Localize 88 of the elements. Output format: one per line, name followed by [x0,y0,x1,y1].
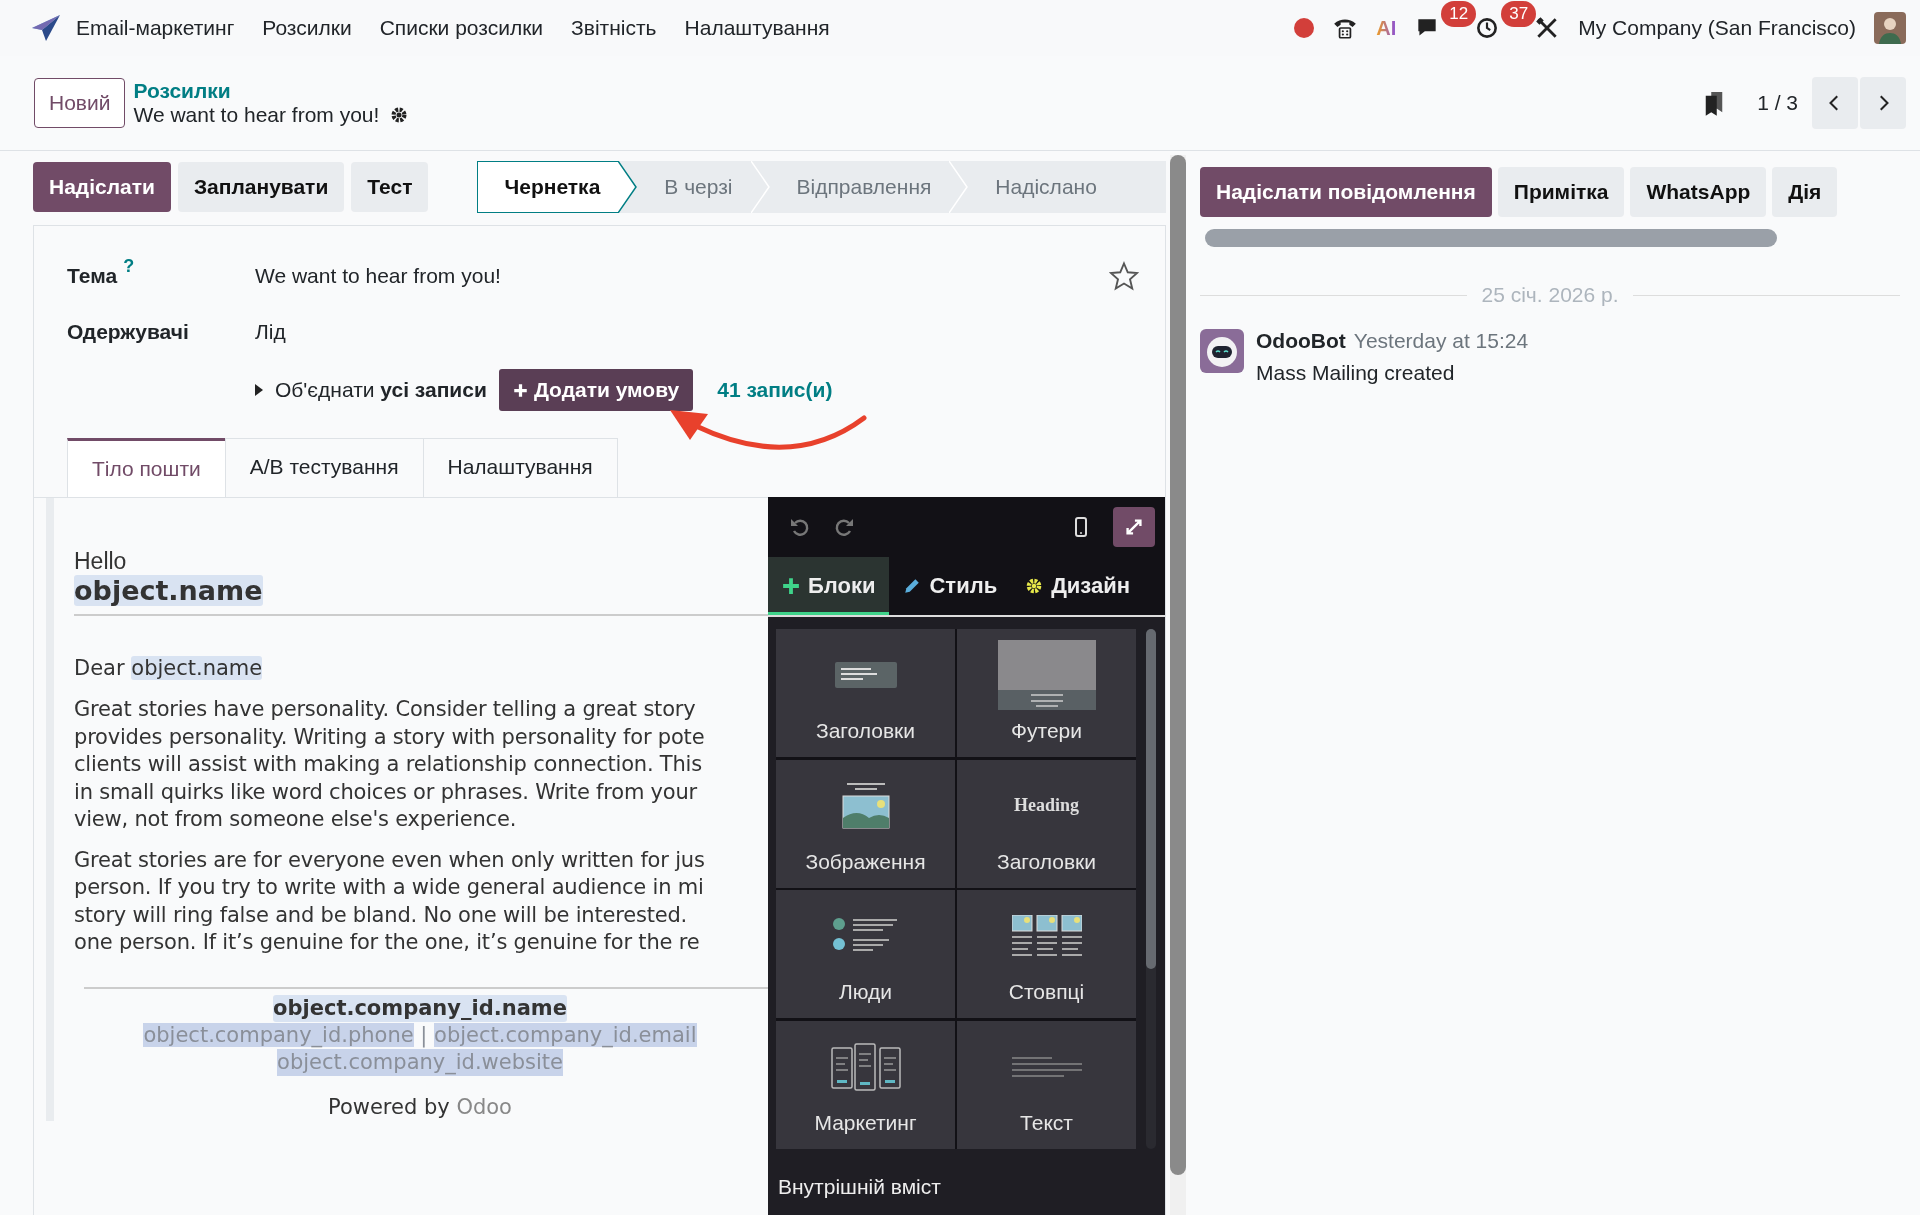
snippet-tile[interactable]: Футери [957,629,1136,757]
record-title: We want to hear from you! [133,103,380,127]
editor-tab[interactable]: Дизайн [1011,557,1145,615]
robot-avatar-icon [1200,329,1244,373]
snippet-label: Текст [1020,1110,1073,1135]
editor-tab[interactable]: Стиль [889,557,1012,615]
snippet-label: Зображення [805,849,926,874]
scrollbar[interactable] [1205,229,1777,247]
gear-icon [1025,577,1044,595]
menu-item[interactable]: Звітність [571,16,657,40]
caret-icon[interactable] [255,384,263,396]
status-step[interactable]: В черзі [638,161,751,213]
company-switcher[interactable]: My Company (San Francisco) [1578,16,1856,40]
snippet-label: Стовпці [1008,980,1085,1004]
snippet-tile[interactable]: Текст [957,1020,1136,1149]
footer-thumbnail-icon [997,640,1096,710]
menu-item[interactable]: Списки розсилки [379,16,544,40]
action-button[interactable]: Тест [351,162,429,212]
scrollbar[interactable] [1170,155,1186,1215]
contact-line: object.company_id.phone | object.company_id.email [143,1021,697,1049]
field-label: Одержувачі [67,320,189,344]
plus-icon [782,577,800,595]
greeting-text: Hello [74,548,128,575]
date-separator: 25 січ. 2026 р. [1481,283,1619,307]
field-value[interactable]: We want to hear from you! [255,264,501,288]
snippet-tile[interactable]: Стовпці [957,890,1136,1018]
breadcrumb-link[interactable]: Розсилки [133,79,410,103]
fullscreen-button[interactable] [1113,507,1155,547]
step-arrow-icon [618,161,639,213]
snippet-label: Заголовки [816,719,915,743]
chatter-button[interactable]: WhatsApp [1630,167,1767,217]
scrollbar[interactable] [1146,629,1156,1149]
marketing-thumbnail-icon [830,1041,901,1092]
message-body: Mass Mailing created [1256,361,1456,385]
snippet-label: Маркетинг [814,1110,917,1135]
snippet-tile[interactable]: Маркетинг [776,1020,955,1149]
paper-plane-icon[interactable] [30,14,62,42]
heading-preview: Heading [1014,795,1079,816]
header-thumbnail-icon [834,662,897,688]
snippet-tile[interactable]: Заголовки [776,629,955,757]
field-label: Тема [67,264,118,288]
help-tooltip[interactable]: ? [123,256,135,277]
message-count-badge: 12 [1441,1,1477,27]
section-heading: Внутрішній вміст [777,1174,942,1199]
image-thumbnail-icon [840,781,891,830]
chatter-button[interactable]: Дія [1772,167,1838,217]
name-placeholder[interactable]: object.name [74,575,263,606]
plus-icon [512,382,528,398]
field-value[interactable]: Лід [255,320,286,344]
star-icon[interactable] [1109,261,1139,291]
user-avatar[interactable] [1874,12,1906,44]
status-step[interactable]: Відправлення [770,161,950,213]
pager-value: 1 / 3 [1757,91,1798,115]
activity-count-badge: 37 [1501,1,1537,27]
chatter-button[interactable]: Надіслати повідомлення [1200,167,1492,217]
message-time: Yesterday at 15:24 [1353,329,1529,353]
columns-thumbnail-icon [1011,915,1082,957]
snippet-tile[interactable]: Люди [776,890,955,1018]
new-button[interactable]: Новий [34,78,126,128]
paragraph-text: Great stories have personality. Consider telling a great story provides personality. Writing a story with personality for pote clients will assist with making a relationship connection. This in small quirks like word choices or phrases. Write from your view, not from someone else's experience. [74,696,706,833]
powered-by-text: Powered by Odoo [328,1093,512,1121]
record-count-link[interactable]: 41 запис(и) [717,378,833,402]
text-thumbnail-icon [1011,1055,1082,1078]
previous-button[interactable] [1812,77,1858,129]
editor-tab[interactable]: Блоки [768,557,890,615]
salutation-text: Dear object.name [74,656,264,680]
menu-item[interactable]: Налаштування [684,16,830,40]
snippet-label: Заголовки [997,849,1096,874]
status-step[interactable]: Надіслано [969,161,1115,213]
app-name[interactable]: Email-маркетинг [76,16,235,40]
action-button[interactable]: Надіслати [33,162,171,212]
domain-description: Об'єднати усі записи [275,378,487,402]
add-condition-button[interactable]: Додати умову [498,369,694,411]
record-dot-icon[interactable] [1294,18,1315,38]
snippet-tile[interactable]: Heading Заголовки [957,759,1136,888]
chatter-button[interactable]: Примітка [1497,167,1625,217]
pencil-icon [903,577,922,595]
form-tab[interactable]: Налаштування [422,438,618,497]
message-author: OdooBot [1256,329,1346,353]
menu-item[interactable]: Розсилки [262,16,352,40]
form-tab[interactable]: Тіло пошти [67,438,226,497]
snippet-label: Футери [1011,719,1082,743]
expand-icon [1123,516,1145,538]
snippet-label: Люди [838,980,893,1004]
action-button[interactable]: Запланувати [177,162,345,212]
snippet-tile[interactable]: Зображення [776,759,955,888]
company-name-placeholder[interactable]: object.company_id.name [273,994,567,1022]
paragraph-text: Great stories are for everyone even when only written for jus person. If you try to write with a wide general audience in mi story will ring false and be bland. No one will be interested. one person. If it’s genuine for the one, it’s genuine for the re [74,846,706,956]
